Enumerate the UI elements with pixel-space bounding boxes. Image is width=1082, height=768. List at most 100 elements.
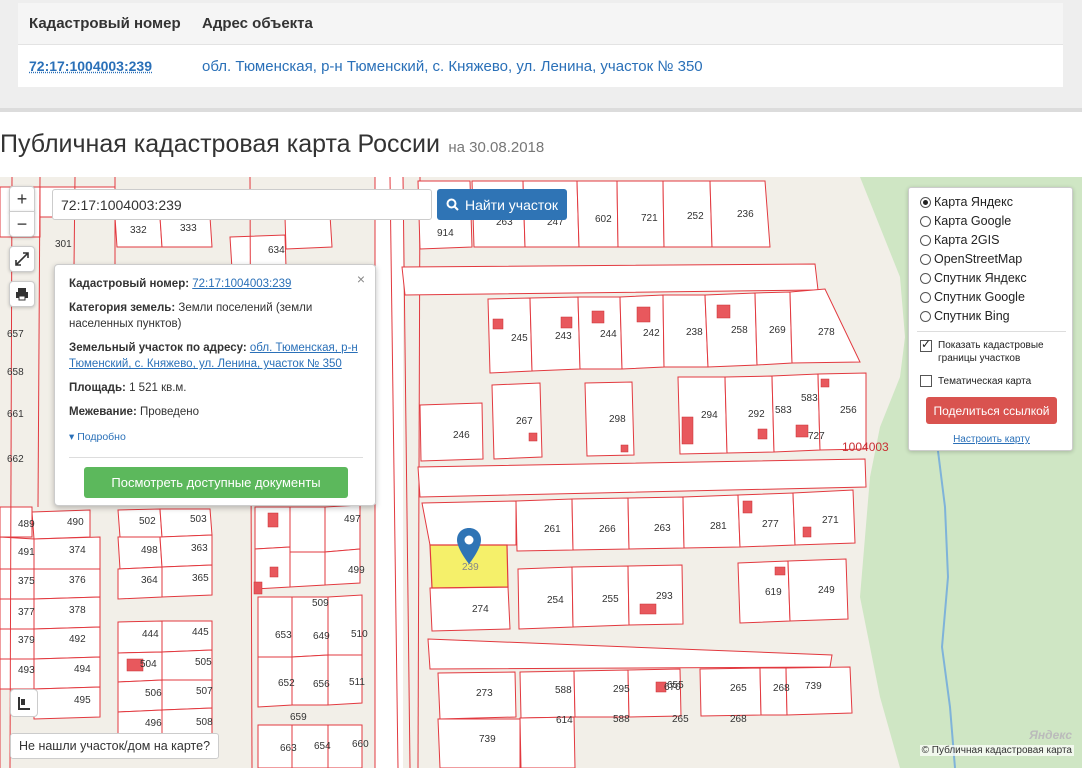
checkbox-icon[interactable]: [920, 375, 932, 387]
page-title-text: Публичная кадастровая карта России: [0, 130, 440, 158]
parcel-number: 509: [312, 598, 329, 609]
cadastral-search-input[interactable]: 72:17:1004003:239: [52, 189, 432, 220]
parcel-number: 268: [773, 683, 790, 694]
show-boundaries-toggle[interactable]: Показать кадастровые границы участков: [920, 337, 1058, 367]
page-title-date: на 30.08.2018: [448, 139, 545, 156]
parcel-number: 374: [69, 545, 86, 556]
radio-icon[interactable]: [920, 291, 931, 303]
parcel-number: 583: [775, 405, 792, 416]
cadastral-number-link[interactable]: 72:17:1004003:239: [18, 58, 202, 74]
parcel-number: 292: [748, 409, 765, 420]
parcel-number: 445: [192, 627, 209, 638]
parcel-number: 504: [140, 659, 157, 670]
parcel-number: 659: [290, 712, 307, 723]
parcel-number: 503: [190, 514, 207, 525]
parcel-number: 663: [280, 743, 297, 754]
basemap-option-bing-satellite[interactable]: Спутник Bing: [920, 307, 1010, 325]
checkbox-icon[interactable]: [920, 337, 932, 352]
caret-down-icon: ▾: [69, 431, 75, 443]
parcel-number: 252: [687, 211, 704, 222]
view-documents-button[interactable]: Посмотреть доступные документы: [84, 467, 348, 498]
configure-map-link[interactable]: Настроить карту: [909, 434, 1074, 445]
parcel-number: 661: [7, 409, 24, 420]
parcel-number: 281: [710, 521, 727, 532]
map-attribution: © Публичная кадастровая карта: [919, 745, 1074, 756]
page-title: Публичная кадастровая карта России на 30…: [0, 130, 544, 159]
find-parcel-label: Найти участок: [464, 196, 559, 213]
popup-cadastral-label: Кадастровый номер:: [69, 278, 190, 290]
radio-icon[interactable]: [920, 253, 931, 265]
parcel-number: 506: [145, 688, 162, 699]
not-found-button[interactable]: Не нашли участок/дом на карте?: [10, 733, 220, 759]
popup-more-link[interactable]: ▾ Подробно: [69, 429, 364, 445]
thematic-map-toggle[interactable]: Тематическая карта: [920, 372, 1031, 390]
table-row[interactable]: 72:17:1004003:239 обл. Тюменская, р-н Тю…: [18, 45, 1063, 87]
expand-icon: [15, 252, 29, 266]
parcel-number: 444: [142, 629, 159, 640]
fullscreen-button[interactable]: [9, 246, 35, 272]
radio-icon[interactable]: [920, 196, 931, 208]
parcel-number: 265: [730, 683, 747, 694]
parcel-number: 588: [555, 685, 572, 696]
parcel-number: 739: [805, 681, 822, 692]
popup-area-label: Площадь:: [69, 382, 126, 394]
measure-button[interactable]: [10, 689, 38, 717]
share-link-button[interactable]: Поделиться ссылкой: [926, 397, 1057, 424]
popup-divider: [69, 457, 363, 458]
parcel-number: 739: [479, 734, 496, 745]
parcel-number: 364: [141, 575, 158, 586]
radio-icon[interactable]: [920, 215, 931, 227]
radio-icon[interactable]: [920, 272, 931, 284]
parcel-number: 294: [701, 410, 718, 421]
popup-more-label: Подробно: [77, 431, 126, 443]
basemap-option-yandex-satellite[interactable]: Спутник Яндекс: [920, 269, 1027, 287]
parcel-number: 655: [667, 680, 684, 691]
cadastral-map[interactable]: 914 263 247 602 721 252 236 245 243 244 242 238 258 2…: [0, 177, 1082, 768]
basemap-label: Спутник Bing: [934, 309, 1010, 323]
search-results-area: Кадастровый номер Адрес объекта 72:17:10…: [0, 0, 1082, 112]
print-button[interactable]: [9, 281, 35, 307]
parcel-number: 267: [516, 416, 533, 427]
parcel-number: 236: [737, 209, 754, 220]
basemap-option-2gis[interactable]: Карта 2GIS: [920, 231, 999, 249]
parcel-number: 511: [349, 677, 365, 688]
parcel-number: 491: [18, 547, 35, 558]
parcel-number: 274: [472, 604, 489, 615]
basemap-label: Спутник Google: [934, 290, 1025, 304]
popup-address-row: Земельный участок по адресу: обл. Тюменс…: [69, 340, 364, 372]
basemap-option-google-map[interactable]: Карта Google: [920, 212, 1011, 230]
basemap-option-yandex-map[interactable]: Карта Яндекс: [920, 193, 1013, 211]
parcel-number: 266: [599, 524, 616, 535]
zoom-out-button[interactable]: −: [9, 211, 35, 237]
column-header-address: Адрес объекта: [202, 15, 313, 32]
parcel-number: 377: [18, 607, 35, 618]
basemap-option-osm[interactable]: OpenStreetMap: [920, 250, 1022, 268]
parcel-number: 508: [196, 717, 213, 728]
radio-icon[interactable]: [920, 310, 931, 322]
parcel-number: 243: [555, 331, 572, 342]
location-marker-icon[interactable]: [457, 528, 481, 564]
parcel-number: 492: [69, 634, 86, 645]
parcel-number: 497: [344, 514, 361, 525]
parcel-number: 363: [191, 543, 208, 554]
parcel-number: 263: [654, 523, 671, 534]
parcel-number: 298: [609, 414, 626, 425]
basemap-label: OpenStreetMap: [934, 252, 1023, 266]
parcel-info-popup: × Кадастровый номер: 72:17:1004003:239 К…: [54, 264, 376, 506]
address-link[interactable]: обл. Тюменская, р-н Тюменский, с. Княжев…: [202, 58, 1063, 75]
results-table: Кадастровый номер Адрес объекта 72:17:10…: [18, 3, 1063, 87]
parcel-number: 510: [351, 629, 368, 640]
find-parcel-button[interactable]: Найти участок: [437, 189, 567, 220]
column-header-cadastral-number: Кадастровый номер: [29, 15, 181, 32]
parcel-number: 658: [7, 367, 24, 378]
parcel-number: 261: [544, 524, 561, 535]
basemap-option-google-satellite[interactable]: Спутник Google: [920, 288, 1025, 306]
popup-cadastral-link[interactable]: 72:17:1004003:239: [192, 278, 291, 290]
radio-icon[interactable]: [920, 234, 931, 246]
parcel-number: 332: [130, 225, 147, 236]
zoom-in-button[interactable]: +: [9, 186, 35, 212]
parcel-number: 499: [348, 565, 365, 576]
search-icon: [446, 198, 459, 211]
popup-category-row: Категория земель: Земли поселений (земли…: [69, 300, 364, 332]
parcel-number: 238: [686, 327, 703, 338]
